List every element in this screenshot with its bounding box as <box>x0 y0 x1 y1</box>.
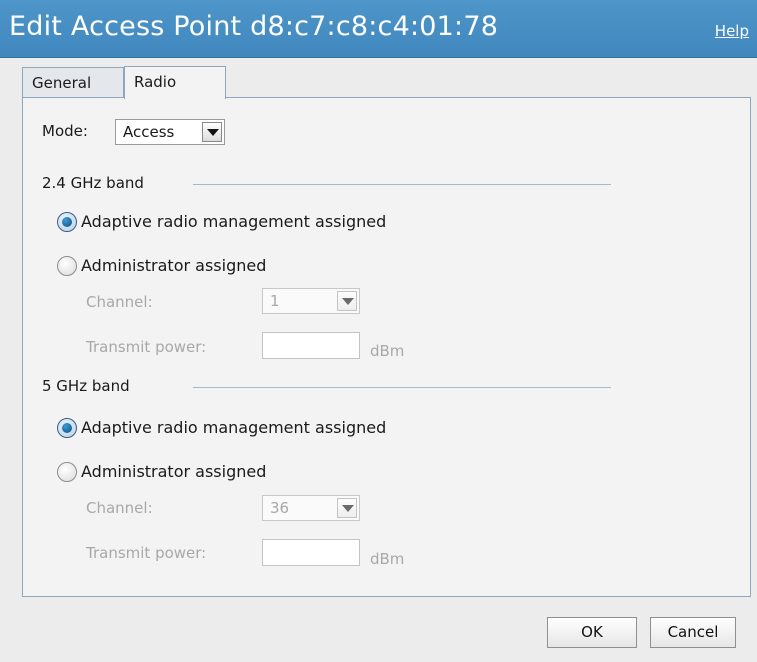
band-24-divider <box>193 184 611 185</box>
help-link[interactable]: Help <box>715 22 749 40</box>
band-5-power-unit: dBm <box>370 550 405 568</box>
band-24-channel-select[interactable]: 1 <box>262 288 360 314</box>
band-24-power-unit: dBm <box>370 342 405 360</box>
band-24-admin-radio[interactable] <box>57 256 77 276</box>
mode-select-value: Access <box>123 123 175 141</box>
band-5-admin-radio[interactable] <box>57 462 77 482</box>
tab-radio[interactable]: Radio <box>124 66 226 99</box>
band-24-channel-label: Channel: <box>86 293 153 311</box>
band-5-arm-radio[interactable] <box>57 418 77 438</box>
band-5-divider <box>193 387 611 388</box>
band-24-power-input[interactable] <box>262 332 360 359</box>
mode-dropdown-arrow-icon[interactable] <box>202 122 222 142</box>
band-24-label: 2.4 GHz band <box>42 174 144 192</box>
band-24-channel-arrow-icon[interactable] <box>337 291 357 311</box>
dialog-title: Edit Access Point d8:c7:c8:c4:01:78 <box>9 11 499 42</box>
band-5-arm-label: Adaptive radio management assigned <box>81 418 387 437</box>
band-5-channel-value: 36 <box>270 499 290 517</box>
band-24-power-label: Transmit power: <box>86 338 207 356</box>
band-5-label: 5 GHz band <box>42 377 130 395</box>
mode-select[interactable]: Access <box>115 119 225 145</box>
ok-button[interactable]: OK <box>547 617 637 648</box>
cancel-button[interactable]: Cancel <box>650 617 736 648</box>
band-24-admin-label: Administrator assigned <box>81 256 267 275</box>
dialog-title-bar: Edit Access Point d8:c7:c8:c4:01:78 Help <box>0 0 757 58</box>
band-5-power-input[interactable] <box>262 539 360 566</box>
radio-settings-panel: Mode: Access 2.4 GHz band Adaptive radio… <box>22 97 751 597</box>
band-5-admin-label: Administrator assigned <box>81 462 267 481</box>
band-5-channel-label: Channel: <box>86 499 153 517</box>
band-24-channel-value: 1 <box>270 292 280 310</box>
band-5-channel-select[interactable]: 36 <box>262 495 360 521</box>
mode-label: Mode: <box>42 122 88 140</box>
band-5-channel-arrow-icon[interactable] <box>337 498 357 518</box>
tab-general[interactable]: General <box>22 67 124 98</box>
band-24-arm-label: Adaptive radio management assigned <box>81 212 387 231</box>
band-24-arm-radio[interactable] <box>57 212 77 232</box>
band-5-power-label: Transmit power: <box>86 544 207 562</box>
